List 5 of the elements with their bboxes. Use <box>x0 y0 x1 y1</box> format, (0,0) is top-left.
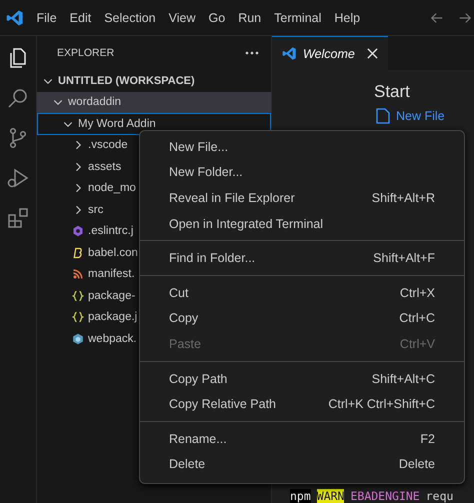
terminal-text: npm <box>290 489 311 503</box>
terminal-text: EBADENGINE <box>350 489 420 503</box>
terminal-text: requ <box>426 489 454 503</box>
sidebar-title: EXPLORER <box>57 47 114 59</box>
welcome-heading: Start <box>374 82 411 102</box>
